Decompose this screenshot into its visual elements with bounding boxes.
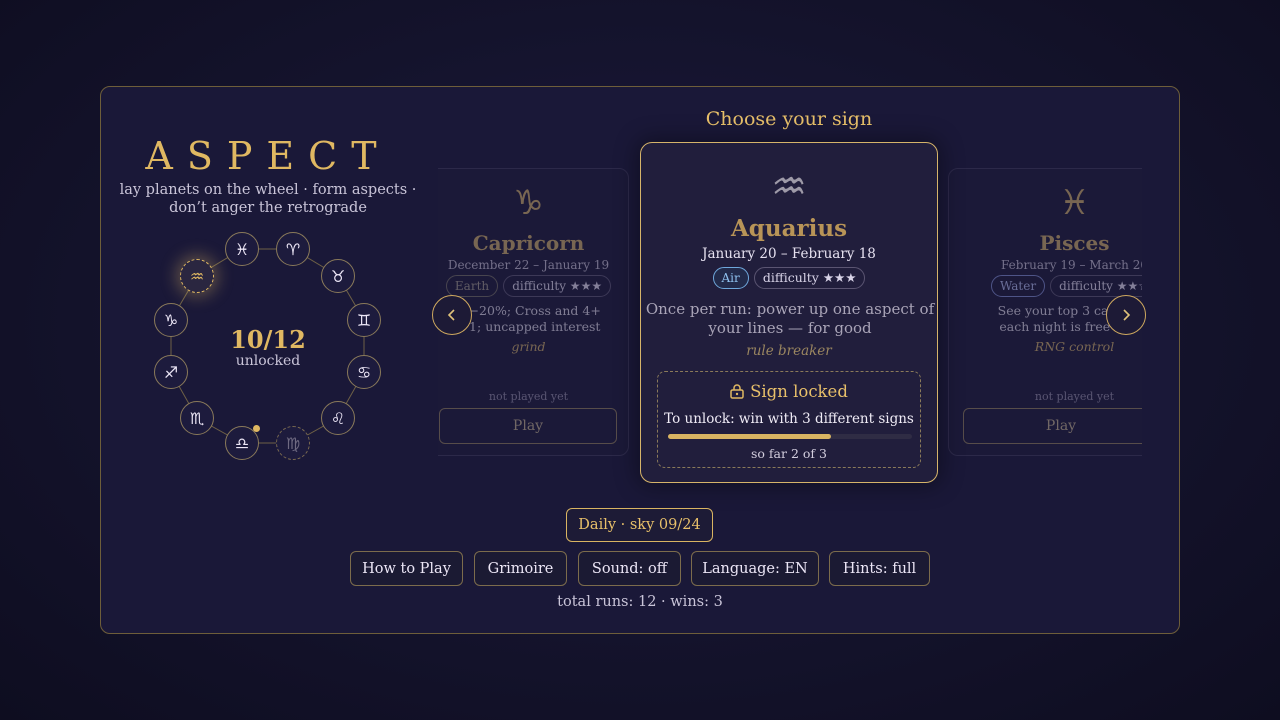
play-status: not played yet [488, 390, 569, 403]
desc-line-1: Once per run: power up one aspect of [645, 300, 935, 318]
difficulty-badge: difficulty ★★☆ [1050, 275, 1142, 297]
hints-toggle[interactable]: Hints: full [829, 551, 930, 586]
sign-description: Once per run: power up one aspect of you… [641, 300, 939, 338]
taurus-icon[interactable]: ♉ [321, 259, 355, 293]
sign-tag: RNG control [1034, 339, 1115, 354]
lock-panel: Sign locked To unlock: win with 3 differ… [657, 371, 921, 468]
unlocked-count: 10/12 [230, 325, 306, 354]
pisces-icon: ♓ [1059, 183, 1090, 223]
desc-line-2: your lines — for good [708, 319, 872, 337]
difficulty-badge: difficulty ★★★ [503, 275, 612, 297]
aries-icon[interactable]: ♈ [276, 232, 310, 266]
chevron-right-icon[interactable] [1106, 295, 1146, 335]
leo-icon[interactable]: ♌ [321, 401, 355, 435]
element-badge: Air [712, 267, 749, 289]
play-button[interactable]: Play [963, 408, 1142, 444]
run-stats: total runs: 12 · wins: 3 [557, 594, 723, 610]
aquarius-icon[interactable]: ♒ [180, 259, 214, 293]
element-badge: Earth [445, 275, 499, 297]
lock-icon [730, 383, 744, 403]
lock-title-row: Sign locked [658, 382, 920, 403]
current-position-marker [253, 425, 260, 432]
sign-dates: January 20 – February 18 [702, 246, 876, 262]
gemini-icon[interactable]: ♊ [347, 303, 381, 337]
unlock-requirement: To unlock: win with 3 different signs [664, 411, 914, 427]
sign-name: Pisces [1039, 231, 1110, 255]
play-button[interactable]: Play [439, 408, 617, 444]
scorpio-icon[interactable]: ♏ [180, 401, 214, 435]
daily-sky-button[interactable]: Daily · sky 09/24 [566, 508, 713, 542]
lock-title: Sign locked [750, 382, 848, 401]
cancer-icon[interactable]: ♋ [347, 355, 381, 389]
unlock-progress-text: so far 2 of 3 [751, 446, 827, 461]
pisces-icon[interactable]: ♓ [225, 232, 259, 266]
element-badge: Water [990, 275, 1046, 297]
sign-card-aquarius[interactable]: ♒ Aquarius January 20 – February 18 Air … [640, 142, 938, 483]
chevron-left-icon[interactable] [432, 295, 472, 335]
choose-sign-heading: Choose your sign [705, 108, 873, 130]
sign-dates: December 22 – January 19 [447, 258, 610, 272]
virgo-icon[interactable]: ♍ [276, 426, 310, 460]
grimoire-button[interactable]: Grimoire [474, 551, 567, 586]
sign-tag: grind [511, 339, 546, 354]
sagittarius-icon[interactable]: ♐ [154, 355, 188, 389]
capricorn-icon[interactable]: ♑ [154, 303, 188, 337]
unlocked-label: unlocked [235, 353, 301, 369]
unlock-progress-bar [668, 434, 912, 439]
aquarius-icon: ♒ [771, 164, 807, 210]
how-to-play-button[interactable]: How to Play [350, 551, 463, 586]
play-status: not played yet [1034, 390, 1115, 403]
unlock-progress-fill [668, 434, 831, 439]
difficulty-badge: difficulty ★★★ [753, 267, 866, 289]
capricorn-icon: ♑ [513, 183, 544, 223]
sign-name: Capricorn [472, 231, 585, 255]
sign-dates: February 19 – March 20 [1000, 258, 1142, 272]
sign-tag: rule breaker [746, 343, 832, 359]
sign-name: Aquarius [730, 215, 848, 242]
language-button[interactable]: Language: EN [691, 551, 819, 586]
sound-toggle[interactable]: Sound: off [578, 551, 681, 586]
